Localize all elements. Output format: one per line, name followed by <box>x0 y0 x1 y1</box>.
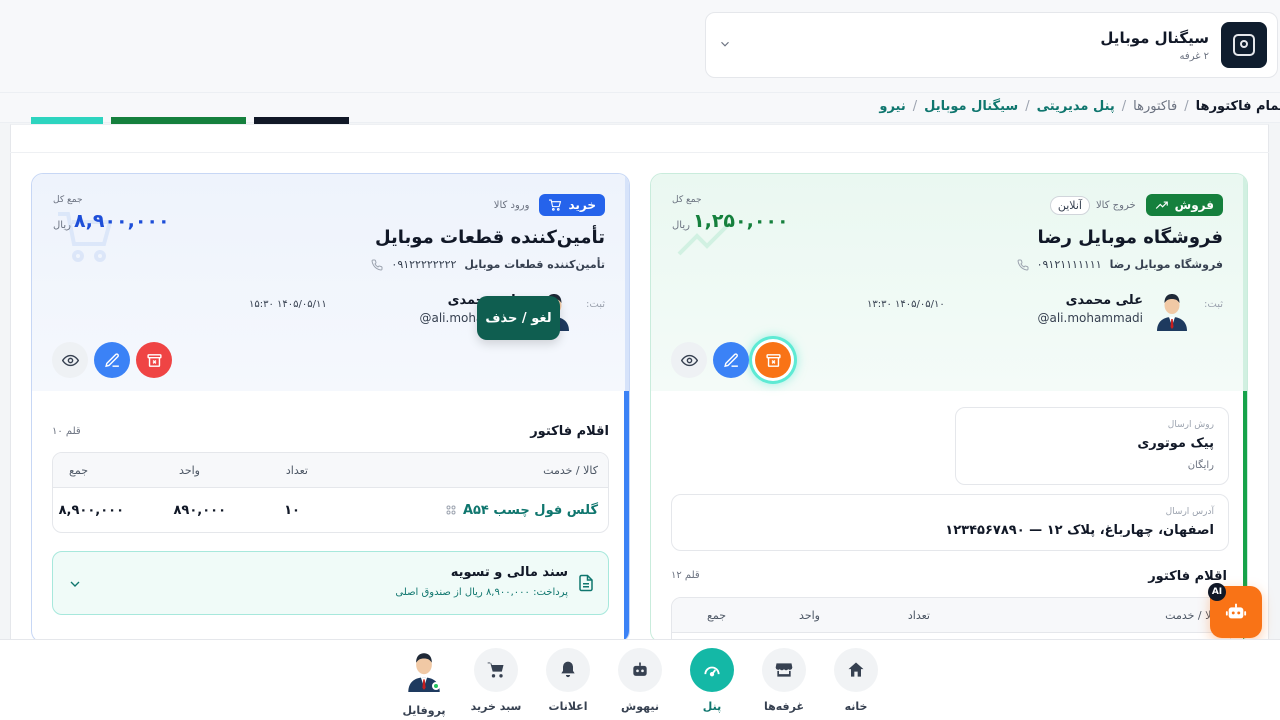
shop-rooms: ۲ غرفه <box>1179 50 1209 62</box>
edit-button[interactable] <box>713 342 749 378</box>
invoice-date: ۱۴۰۵/۰۵/۱۱ ۱۵:۳۰ <box>249 299 327 310</box>
items-table: کالا / خدمت تعداد واحد جمع <box>671 597 1231 642</box>
chevron-down-icon[interactable] <box>718 37 732 51</box>
item-name: گلس فول چسب A۵۴ <box>462 502 598 518</box>
items-table: کالا / خدمت تعداد واحد جمع گلس فول چسب A… <box>52 452 609 533</box>
user-name: علی محمدی <box>1065 293 1143 308</box>
finance-title: سند مالی و تسویه <box>450 565 568 580</box>
breadcrumb-home[interactable]: نیرو <box>879 99 905 114</box>
robot-icon <box>633 662 647 676</box>
party-subname: تأمین‌کننده قطعات موبایل <box>464 258 605 271</box>
invoice-header: فروش خروج کالا آنلاین فروشگاه موبایل رضا… <box>651 174 1247 391</box>
items-title: اقلام فاکتور <box>530 424 609 439</box>
badge-buy: خرید <box>539 194 605 216</box>
invoice-card-sale: فروش خروج کالا آنلاین فروشگاه موبایل رضا… <box>650 173 1248 643</box>
nav-home[interactable]: خانه <box>826 648 886 713</box>
trend-up-icon <box>1155 201 1168 209</box>
home-icon <box>848 662 864 677</box>
nav-cart[interactable]: سبد خرید <box>466 648 526 713</box>
shipping-address: آدرس ارسال اصفهان، چهارباغ، پلاک ۱۲ — ۱۲… <box>671 494 1229 551</box>
badge-sale: فروش <box>1145 194 1223 216</box>
items-count: ۱۲ قلم <box>671 570 700 581</box>
phone-icon <box>371 258 383 270</box>
nav-panel[interactable]: پنل <box>682 648 742 713</box>
nav-rooms[interactable]: غرفه‌ها <box>754 648 814 713</box>
online-status-dot <box>432 682 440 690</box>
party-phone[interactable]: ۰۹۱۲۲۲۲۲۲۲۲ <box>391 258 456 271</box>
total-unit: ریال <box>53 220 71 231</box>
item-qty: ۱۰ <box>284 502 300 518</box>
reg-label: ثبت: <box>1204 299 1223 310</box>
nav-notifications[interactable]: اعلانات <box>538 648 598 713</box>
item-sum: ۸,۹۰۰,۰۰۰ <box>58 502 124 518</box>
total-amount: ۱,۲۵۰,۰۰۰ <box>693 210 789 232</box>
breadcrumb: تمام فاکتورها / فاکتورها / پنل مدیریتی /… <box>879 99 1280 114</box>
document-icon <box>579 574 593 592</box>
party-name: تأمین‌کننده قطعات موبایل <box>374 227 605 248</box>
archive-x-icon <box>765 353 781 367</box>
invoice-header: خرید ورود کالا تأمین‌کننده قطعات موبایل … <box>32 174 629 391</box>
breadcrumb-current: تمام فاکتورها <box>1195 99 1280 114</box>
ai-badge: AI <box>1208 583 1226 601</box>
invoice-card-buy: خرید ورود کالا تأمین‌کننده قطعات موبایل … <box>31 173 630 643</box>
party-subname: فروشگاه موبایل رضا <box>1109 258 1223 271</box>
cancel-delete-button[interactable] <box>755 342 791 378</box>
chevron-down-icon[interactable] <box>67 576 83 592</box>
store-icon <box>775 663 793 677</box>
shop-selector[interactable]: سیگنال موبایل ۲ غرفه <box>705 12 1278 78</box>
view-button[interactable] <box>671 342 707 378</box>
items-title: اقلام فاکتور <box>1148 569 1227 584</box>
badge-channel: آنلاین <box>1049 195 1090 215</box>
cart-icon <box>549 199 562 211</box>
item-unit-price: ۸۹۰,۰۰۰ <box>173 502 226 518</box>
phone-icon <box>1017 258 1029 270</box>
grid-icon <box>446 505 456 515</box>
reg-label: ثبت: <box>586 299 605 310</box>
edit-button[interactable] <box>94 342 130 378</box>
archive-x-icon <box>146 353 162 367</box>
items-count: ۱۰ قلم <box>52 426 81 437</box>
total-label: جمع کل <box>53 195 83 205</box>
robot-icon <box>1225 603 1247 619</box>
bottom-nav: خانه غرفه‌ها پنل نیهوش اعلانات سبد خرید … <box>0 639 1280 720</box>
invoice-date: ۱۴۰۵/۰۵/۱۰ ۱۳:۳۰ <box>867 299 945 310</box>
nav-profile[interactable]: پروفایل <box>394 648 454 717</box>
breadcrumb-invoices[interactable]: فاکتورها <box>1133 99 1177 114</box>
badge-kind: خروج کالا <box>1095 199 1136 211</box>
bell-icon <box>561 661 575 678</box>
party-phone[interactable]: ۰۹۱۲۱۱۱۱۱۱۱ <box>1037 258 1102 271</box>
breadcrumb-admin-panel[interactable]: پنل مدیریتی <box>1037 99 1115 114</box>
registered-by: ثبت: علی محمدی ali.mohammadi@ ۱۴۰۵/۰۵/۱۰… <box>671 289 1223 335</box>
breadcrumb-shop[interactable]: سیگنال موبایل <box>924 99 1018 114</box>
shipping-method: روش ارسال پیک موتوری رایگان <box>955 407 1229 485</box>
nav-nihoosh[interactable]: نیهوش <box>610 648 670 713</box>
cart-icon <box>487 662 504 678</box>
cancel-delete-button[interactable] <box>136 342 172 378</box>
edit-icon <box>723 352 738 367</box>
party-name: فروشگاه موبایل رضا <box>1037 227 1223 248</box>
table-row[interactable]: گلس فول چسب A۵۴ ۱۰ ۸۹۰,۰۰۰ ۸,۹۰۰,۰۰۰ <box>53 488 608 532</box>
eye-icon <box>680 354 698 366</box>
shop-logo <box>1221 22 1267 68</box>
panel-divider <box>10 152 1269 153</box>
total-label: جمع کل <box>672 195 702 205</box>
dashboard-icon <box>704 666 720 677</box>
shop-header: سیگنال موبایل ۲ غرفه <box>0 0 1280 92</box>
shop-name: سیگنال موبایل <box>1100 28 1209 47</box>
edit-icon <box>104 352 119 367</box>
avatar <box>1157 294 1187 331</box>
finance-document[interactable]: سند مالی و تسویه پرداخت: ۸,۹۰۰,۰۰۰ ریال … <box>52 551 609 615</box>
total-amount: ۸,۹۰۰,۰۰۰ <box>74 210 170 232</box>
total-unit: ریال <box>672 220 690 231</box>
badge-kind: ورود کالا <box>493 199 530 211</box>
user-email: ali.mohammadi@ <box>1037 311 1143 325</box>
action-tooltip: لغو / حذف <box>477 296 560 340</box>
eye-icon <box>61 354 79 366</box>
view-button[interactable] <box>52 342 88 378</box>
finance-subtitle: پرداخت: ۸,۹۰۰,۰۰۰ ریال از صندوق اصلی <box>395 587 568 598</box>
